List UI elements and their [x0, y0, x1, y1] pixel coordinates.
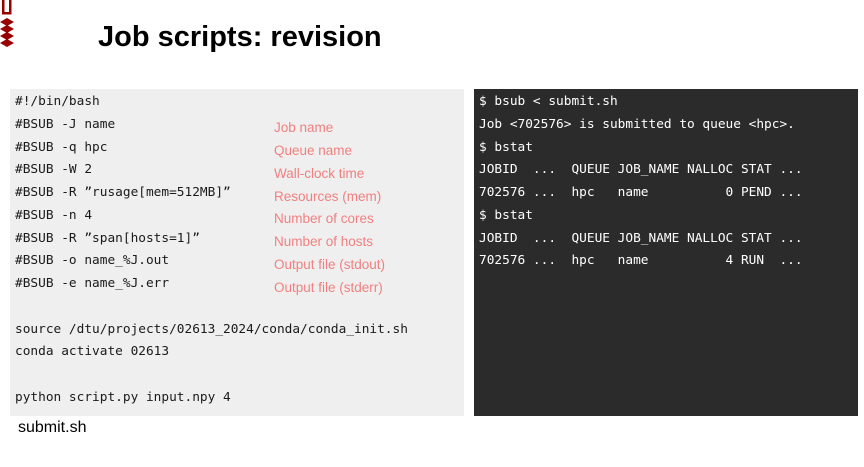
comment-job-name: Job name [274, 120, 334, 135]
terminal-line: JOBID ... QUEUE JOB_NAME NALLOC STAT ... [479, 231, 803, 246]
code-line: #BSUB -q hpc [15, 140, 108, 155]
comment-wall-clock: Wall-clock time [274, 166, 365, 181]
code-line: #BSUB -n 4 [15, 208, 93, 223]
comment-cores: Number of cores [274, 211, 374, 226]
comment-stdout: Output file (stdout) [274, 257, 386, 272]
code-line: python script.py input.npy 4 [15, 390, 231, 405]
comment-resources: Resources (mem) [274, 189, 382, 204]
dtu-logo-icon [0, 0, 14, 47]
comment-queue-name: Queue name [274, 143, 353, 158]
terminal-line: $ bstat [479, 208, 533, 223]
code-line: #BSUB -o name_%J.out [15, 253, 170, 268]
terminal-line: $ bsub < submit.sh [479, 94, 618, 109]
code-line: #!/bin/bash [15, 94, 100, 109]
terminal-line: Job <702576> is submitted to queue <hpc>… [479, 117, 795, 132]
terminal-line: 702576 ... hpc name 4 RUN ... [479, 253, 803, 268]
script-code-panel: #!/bin/bash #BSUB -J name #BSUB -q hpc #… [10, 89, 464, 416]
comment-hosts: Number of hosts [274, 234, 374, 249]
code-line: conda activate 02613 [15, 344, 170, 359]
terminal-panel: $ bsub < submit.sh Job <702576> is submi… [474, 89, 858, 416]
code-line: #BSUB -e name_%J.err [15, 276, 170, 291]
code-line: #BSUB -W 2 [15, 162, 93, 177]
code-line: source /dtu/projects/02613_2024/conda/co… [15, 322, 408, 337]
terminal-line: $ bstat [479, 140, 533, 155]
code-line: #BSUB -R ”span[hosts=1]” [15, 231, 200, 246]
script-caption: submit.sh [18, 419, 87, 436]
terminal-line: JOBID ... QUEUE JOB_NAME NALLOC STAT ... [479, 162, 803, 177]
code-line: #BSUB -R ”rusage[mem=512MB]” [15, 185, 231, 200]
comment-stderr: Output file (stderr) [274, 280, 383, 295]
code-line: #BSUB -J name [15, 117, 116, 132]
terminal-line: 702576 ... hpc name 0 PEND ... [479, 185, 803, 200]
slide-title: Job scripts: revision [98, 21, 382, 53]
